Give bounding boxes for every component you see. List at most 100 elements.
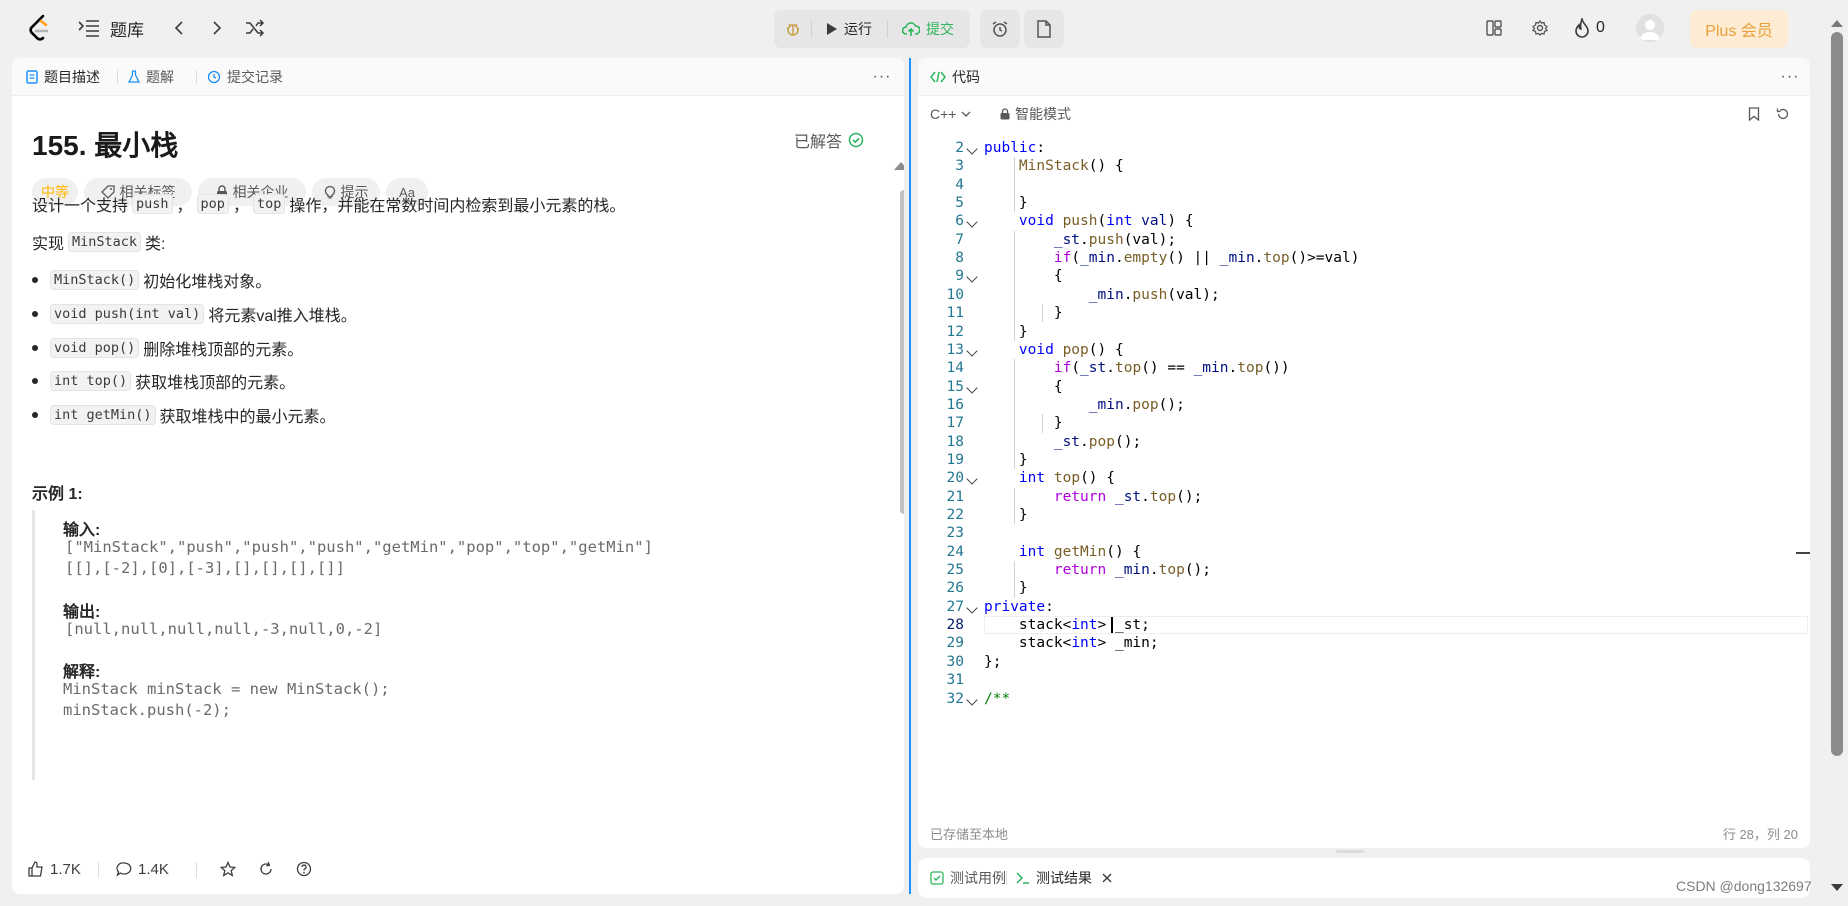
code-text: if(_st.top() == _min.top()) bbox=[1053, 360, 1290, 377]
comment-icon bbox=[116, 862, 132, 877]
line-number: 30 bbox=[946, 653, 964, 670]
notes-button[interactable] bbox=[1024, 10, 1064, 48]
code-line[interactable]: 17 } bbox=[918, 414, 1810, 432]
like-button[interactable]: 1.7K bbox=[28, 844, 81, 894]
code-line[interactable]: 6 void push(int val) { bbox=[918, 212, 1810, 230]
plus-membership-button[interactable]: Plus 会员 bbox=[1690, 10, 1788, 48]
help-icon[interactable] bbox=[296, 844, 312, 894]
code-line[interactable]: 16 _min.pop(); bbox=[918, 396, 1810, 414]
code-line[interactable]: 24 int getMin() { bbox=[918, 543, 1810, 561]
line-number: 25 bbox=[946, 562, 964, 579]
code-line[interactable]: 28 stack<int> _st; bbox=[918, 616, 1810, 634]
code-line[interactable]: 21 return _st.top(); bbox=[918, 488, 1810, 506]
language-label: C++ bbox=[930, 106, 957, 122]
page-scrollbar-thumb[interactable] bbox=[1831, 32, 1843, 756]
code-line[interactable]: 8 if(_min.empty() || _min.top()>=val) bbox=[918, 249, 1810, 267]
share-icon[interactable] bbox=[258, 844, 274, 894]
code-text: int top() { bbox=[1018, 470, 1115, 487]
page-scroll-up-arrow[interactable] bbox=[1831, 20, 1843, 27]
debug-button[interactable] bbox=[776, 12, 810, 46]
inline-code: MinStack() bbox=[50, 270, 140, 290]
code-line[interactable]: 7 _st.push(val); bbox=[918, 231, 1810, 249]
code-line[interactable]: 5 } bbox=[918, 194, 1810, 212]
problem-list-label[interactable]: 题库 bbox=[110, 16, 144, 40]
fold-chevron-icon[interactable] bbox=[966, 345, 978, 357]
fold-chevron-icon[interactable] bbox=[966, 381, 978, 394]
code-line[interactable]: 30}; bbox=[918, 653, 1810, 671]
fold-chevron-icon[interactable] bbox=[966, 473, 978, 485]
alarm-clock-icon bbox=[992, 21, 1008, 37]
submit-label: 提交 bbox=[926, 21, 954, 37]
code-line[interactable]: 2 public: bbox=[918, 139, 1810, 157]
code-line[interactable]: 20 int top() { bbox=[918, 469, 1810, 487]
line-number: 16 bbox=[946, 396, 964, 413]
code-line[interactable]: 29 stack<int> _min; bbox=[918, 634, 1810, 652]
tab-description[interactable]: 题目描述 bbox=[26, 58, 100, 96]
code-line[interactable]: 9 { bbox=[918, 267, 1810, 285]
code-line[interactable]: 4 bbox=[918, 176, 1810, 194]
scroll-up-arrow[interactable] bbox=[894, 162, 904, 170]
avatar[interactable] bbox=[1636, 14, 1664, 42]
divider bbox=[196, 862, 197, 878]
list-item: int getMin() 获取堆栈中的最小元素。 bbox=[32, 403, 336, 427]
code-line[interactable]: 19 } bbox=[918, 451, 1810, 469]
more-options-icon[interactable]: ··· bbox=[1778, 58, 1802, 96]
smart-mode-toggle[interactable]: 智能模式 bbox=[1000, 96, 1071, 132]
reset-code-icon[interactable] bbox=[1776, 96, 1790, 132]
language-select[interactable]: C++ bbox=[930, 96, 971, 132]
run-button[interactable]: 运行 bbox=[814, 12, 884, 46]
page-scroll-down-arrow[interactable] bbox=[1831, 884, 1843, 891]
run-label: 运行 bbox=[844, 21, 872, 37]
code-line[interactable]: 25 return _min.top(); bbox=[918, 561, 1810, 579]
tab-solutions[interactable]: 题解 bbox=[128, 58, 174, 96]
comment-count: 1.4K bbox=[138, 860, 169, 878]
fold-chevron-icon[interactable] bbox=[966, 143, 978, 155]
bookmark-icon[interactable] bbox=[1748, 96, 1760, 132]
shuffle-icon[interactable] bbox=[243, 16, 267, 40]
code-line[interactable]: 18 _st.pop(); bbox=[918, 433, 1810, 451]
fold-chevron-icon[interactable] bbox=[966, 693, 978, 706]
next-problem-button[interactable] bbox=[206, 16, 228, 40]
problem-list-icon[interactable] bbox=[78, 18, 100, 38]
star-icon[interactable] bbox=[220, 844, 236, 894]
tab-test-cases[interactable]: 测试用例 bbox=[930, 858, 1006, 898]
tab-code[interactable]: 代码 bbox=[930, 58, 980, 96]
code-line[interactable]: 22 } bbox=[918, 506, 1810, 524]
tab-test-results[interactable]: 测试结果 bbox=[1016, 858, 1112, 898]
code-line[interactable]: 3 MinStack() { bbox=[918, 157, 1810, 175]
code-line[interactable]: 26 } bbox=[918, 579, 1810, 597]
list-item: MinStack() 初始化堆栈对象。 bbox=[32, 268, 271, 292]
code-line[interactable]: 11 } bbox=[918, 304, 1810, 322]
code-line[interactable]: 14 if(_st.top() == _min.top()) bbox=[918, 359, 1810, 377]
fold-chevron-icon[interactable] bbox=[966, 216, 978, 229]
line-number: 27 bbox=[946, 598, 964, 615]
submit-button[interactable]: 提交 bbox=[890, 12, 966, 46]
timer-button[interactable] bbox=[980, 10, 1020, 48]
more-options-icon[interactable]: ··· bbox=[870, 58, 894, 96]
layout-icon[interactable] bbox=[1482, 16, 1506, 40]
code-line[interactable]: 31 bbox=[918, 671, 1810, 689]
code-line[interactable]: 13 void pop() { bbox=[918, 341, 1810, 359]
code-line[interactable]: 15 { bbox=[918, 378, 1810, 396]
streak-counter[interactable]: 0 bbox=[1574, 14, 1605, 42]
indent-guide bbox=[1042, 304, 1043, 323]
code-line[interactable]: 12 } bbox=[918, 323, 1810, 341]
comments-button[interactable]: 1.4K bbox=[116, 844, 169, 894]
leetcode-logo-icon[interactable] bbox=[26, 14, 52, 42]
code-editor[interactable]: 2 public: 3 MinStack() {4 5 } 6 void push(in… bbox=[918, 134, 1810, 814]
gear-icon[interactable] bbox=[1528, 16, 1552, 40]
indent-guide bbox=[1014, 359, 1015, 470]
code-line[interactable]: 10 _min.push(val); bbox=[918, 286, 1810, 304]
tab-submissions[interactable]: 提交记录 bbox=[207, 58, 283, 96]
fold-chevron-icon[interactable] bbox=[966, 602, 978, 614]
scrollbar-thumb[interactable] bbox=[900, 190, 904, 514]
code-line[interactable]: 27 private: bbox=[918, 598, 1810, 616]
vertical-resize-handle[interactable] bbox=[1336, 850, 1364, 853]
fold-chevron-icon[interactable] bbox=[966, 271, 978, 284]
prev-problem-button[interactable] bbox=[168, 16, 190, 40]
code-line[interactable]: 23 bbox=[918, 524, 1810, 542]
panel-resize-handle[interactable] bbox=[909, 58, 911, 894]
code-line[interactable]: 32 /** bbox=[918, 690, 1810, 708]
text-caret bbox=[1111, 617, 1113, 634]
close-icon[interactable] bbox=[1102, 873, 1112, 883]
